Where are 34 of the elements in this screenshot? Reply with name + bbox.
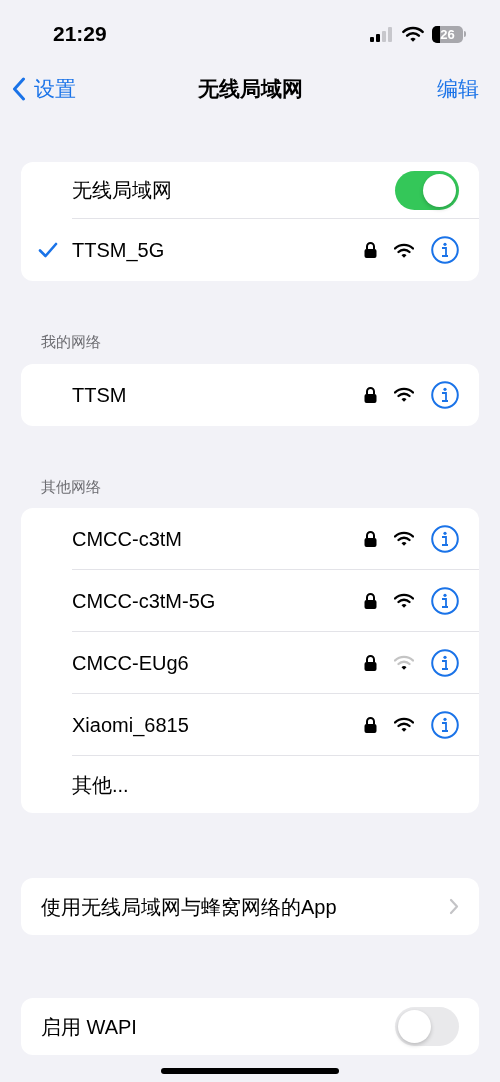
cellular-signal-icon [370, 26, 394, 42]
info-icon[interactable] [431, 586, 459, 615]
battery-level: 26 [440, 27, 455, 41]
chevron-right-icon [449, 898, 459, 915]
back-button[interactable]: 设置 [12, 73, 76, 105]
network-name[interactable]: CMCC-c3tM-5G [72, 585, 364, 616]
edit-button[interactable]: 编辑 [437, 73, 488, 105]
wapi-label: 启用 WAPI [41, 1014, 138, 1040]
network-name[interactable]: CMCC-c3tM [72, 523, 364, 554]
wifi-label: 无线局域网 [72, 178, 173, 203]
toggle-switch[interactable] [395, 170, 459, 210]
back-label[interactable]: 设置 [34, 73, 76, 105]
lock-icon [364, 242, 377, 258]
status-time: 21:29 [53, 21, 107, 48]
info-icon[interactable] [431, 710, 459, 739]
section-header: 我的网络 [41, 332, 102, 352]
section-header: 其他网络 [41, 476, 102, 497]
network-name[interactable]: Xiaomi_6815 [72, 709, 364, 740]
lock-icon [364, 654, 377, 671]
lock-icon [364, 592, 377, 609]
page-title: 无线局域网 [197, 76, 303, 103]
info-icon[interactable] [431, 380, 459, 409]
back-chevron-icon [12, 77, 26, 101]
lock-icon [364, 530, 377, 547]
wifi-icon [402, 26, 424, 42]
other-network-item[interactable]: 其他... [72, 769, 129, 800]
info-icon[interactable] [431, 236, 459, 264]
lock-icon [364, 716, 377, 733]
lock-icon [364, 386, 377, 403]
info-icon[interactable] [431, 648, 459, 677]
network-name[interactable]: CMCC-EUg6 [72, 647, 364, 678]
info-icon[interactable] [431, 524, 459, 553]
network-name[interactable]: TTSM_5G [72, 235, 364, 265]
toggle-switch[interactable] [395, 1007, 459, 1046]
